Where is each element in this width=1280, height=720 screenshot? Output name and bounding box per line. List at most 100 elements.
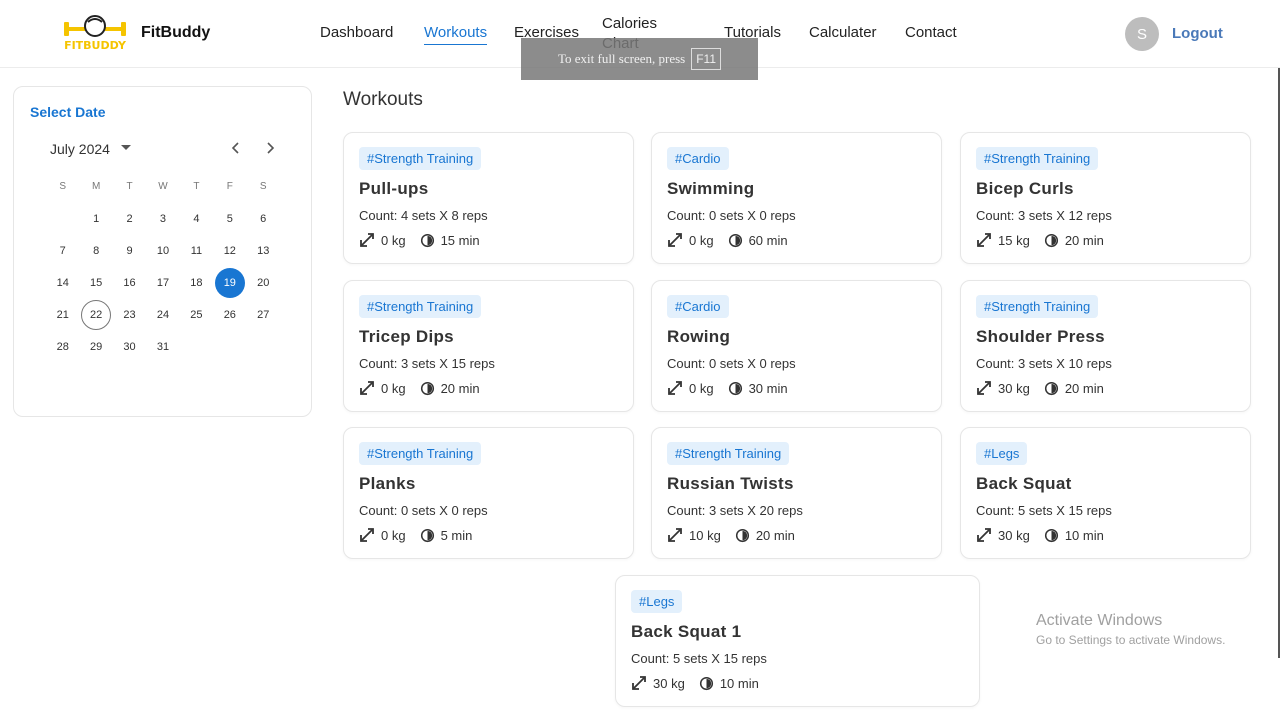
calendar-day[interactable]: 12 bbox=[213, 235, 246, 267]
duration-stat: 10 min bbox=[699, 676, 759, 691]
avatar[interactable]: S bbox=[1125, 17, 1159, 51]
workout-card[interactable]: #Strength Training Russian Twists Count: 3… bbox=[651, 427, 942, 559]
workout-category-tag[interactable]: #Cardio bbox=[667, 295, 729, 318]
previous-month-button[interactable] bbox=[226, 138, 246, 158]
calendar-day[interactable]: 9 bbox=[113, 235, 146, 267]
workout-category-tag[interactable]: #Strength Training bbox=[976, 295, 1099, 318]
calendar-day[interactable]: 23 bbox=[113, 299, 146, 331]
count-prefix: Count: bbox=[976, 356, 1015, 371]
calendar-day[interactable]: 27 bbox=[247, 299, 280, 331]
workout-card[interactable]: #Strength Training Planks Count: 0 sets X … bbox=[343, 427, 634, 559]
count-value: 3 sets X 15 reps bbox=[400, 356, 495, 371]
calendar-day-number: 6 bbox=[260, 213, 267, 225]
logout-button[interactable]: Logout bbox=[1172, 25, 1223, 42]
calendar-day[interactable]: 20 bbox=[247, 267, 280, 299]
weekday-label: W bbox=[158, 181, 168, 192]
count-value: 0 sets X 0 reps bbox=[708, 208, 796, 223]
calendar-empty-cell bbox=[46, 203, 79, 235]
workout-category-tag[interactable]: #Strength Training bbox=[359, 147, 482, 170]
calendar-day[interactable]: 6 bbox=[247, 203, 280, 235]
calendar-day[interactable]: 16 bbox=[113, 267, 146, 299]
workout-card[interactable]: #Cardio Rowing Count: 0 sets X 0 reps 0 kg 3… bbox=[651, 280, 942, 412]
count-value: 4 sets X 8 reps bbox=[400, 208, 488, 223]
duration-stat: 20 min bbox=[420, 381, 480, 396]
calendar-day[interactable]: 25 bbox=[180, 299, 213, 331]
dumbbell-diagonal-icon bbox=[360, 528, 374, 542]
next-month-button[interactable] bbox=[260, 138, 280, 158]
brand-logo[interactable]: FITBUDDY bbox=[62, 14, 128, 52]
select-date-title: Select Date bbox=[30, 104, 106, 120]
workout-category-tag[interactable]: #Strength Training bbox=[359, 442, 482, 465]
timer-icon bbox=[735, 528, 749, 542]
calendar-day-number: 1 bbox=[93, 213, 100, 225]
workout-name: Russian Twists bbox=[667, 474, 794, 493]
timer-icon bbox=[420, 233, 434, 247]
calendar-day[interactable]: 8 bbox=[79, 235, 112, 267]
count-prefix: Count: bbox=[631, 651, 670, 666]
calendar-day[interactable]: 14 bbox=[46, 267, 79, 299]
calendar-day[interactable]: 5 bbox=[213, 203, 246, 235]
calendar-day[interactable]: 10 bbox=[146, 235, 179, 267]
calendar-day[interactable]: 4 bbox=[180, 203, 213, 235]
weight-stat: 0 kg bbox=[359, 527, 406, 543]
calendar-day[interactable]: 3 bbox=[146, 203, 179, 235]
calendar-day[interactable]: 15 bbox=[79, 267, 112, 299]
workout-card[interactable]: #Legs Back Squat Count: 5 sets X 15 reps 30… bbox=[960, 427, 1251, 559]
count-prefix: Count: bbox=[359, 356, 398, 371]
workout-card[interactable]: #Strength Training Tricep Dips Count: 3 se… bbox=[343, 280, 634, 412]
workout-category-tag[interactable]: #Legs bbox=[976, 442, 1028, 465]
workouts-heading: Workouts bbox=[343, 89, 423, 110]
workout-category-tag[interactable]: #Legs bbox=[631, 590, 683, 613]
workout-name: Rowing bbox=[667, 327, 731, 346]
nav-calculater[interactable]: Calculater bbox=[809, 24, 877, 41]
weekday-label: F bbox=[226, 181, 233, 192]
duration-value: 20 min bbox=[1064, 380, 1104, 396]
calendar-day-number: 13 bbox=[257, 245, 270, 257]
nav-workouts[interactable]: Workouts bbox=[424, 24, 488, 45]
nav-dashboard[interactable]: Dashboard bbox=[320, 24, 393, 41]
calendar-day-number: 10 bbox=[156, 245, 170, 257]
calendar-day[interactable]: 18 bbox=[180, 267, 213, 299]
calendar-day[interactable]: 30 bbox=[113, 331, 146, 363]
dumbbell-diagonal-icon bbox=[632, 676, 646, 690]
workout-card[interactable]: #Strength Training Bicep Curls Count: 3 se… bbox=[960, 132, 1251, 264]
calendar-day[interactable]: 13 bbox=[247, 235, 280, 267]
weight-stat: 0 kg bbox=[667, 232, 714, 248]
duration-stat: 20 min bbox=[735, 528, 795, 543]
workout-card[interactable]: #Strength Training Pull-ups Count: 4 sets … bbox=[343, 132, 634, 264]
nav-contact[interactable]: Contact bbox=[905, 24, 957, 41]
workout-category-tag[interactable]: #Strength Training bbox=[667, 442, 790, 465]
calendar-day[interactable]: 17 bbox=[146, 267, 179, 299]
workout-category-tag[interactable]: #Strength Training bbox=[359, 295, 482, 318]
duration-stat: 60 min bbox=[728, 233, 788, 248]
calendar-day[interactable]: 2 bbox=[113, 203, 146, 235]
calendar-day[interactable]: 7 bbox=[46, 235, 79, 267]
calendar-day-number: 19 bbox=[214, 268, 245, 298]
timer-icon bbox=[420, 381, 434, 395]
workout-stats: 0 kg 20 min bbox=[359, 380, 494, 396]
brand-name[interactable]: FitBuddy bbox=[141, 24, 210, 42]
workout-count: Count: 0 sets X 0 reps bbox=[667, 356, 796, 371]
month-dropdown-caret-icon[interactable] bbox=[121, 145, 131, 150]
workout-card[interactable]: #Cardio Swimming Count: 0 sets X 0 reps 0 k… bbox=[651, 132, 942, 264]
workout-card[interactable]: #Strength Training Shoulder Press Count: 3… bbox=[960, 280, 1251, 412]
calendar-day[interactable]: 19 bbox=[213, 267, 246, 299]
calendar-day[interactable]: 11 bbox=[180, 235, 213, 267]
calendar-day[interactable]: 31 bbox=[146, 331, 179, 363]
calendar-day[interactable]: 21 bbox=[46, 299, 79, 331]
weight-value: 0 kg bbox=[689, 232, 714, 248]
calendar-day[interactable]: 22 bbox=[79, 299, 112, 331]
calendar-day[interactable]: 26 bbox=[213, 299, 246, 331]
workout-card[interactable]: #Legs Back Squat 1 Count: 5 sets X 15 reps… bbox=[615, 575, 980, 707]
calendar-month-label[interactable]: July 2024 bbox=[50, 141, 110, 157]
duration-value: 30 min bbox=[748, 380, 788, 396]
calendar-day[interactable]: 24 bbox=[146, 299, 179, 331]
calendar-day[interactable]: 1 bbox=[79, 203, 112, 235]
workout-category-tag[interactable]: #Strength Training bbox=[976, 147, 1099, 170]
workout-category-tag[interactable]: #Cardio bbox=[667, 147, 729, 170]
calendar-day[interactable]: 28 bbox=[46, 331, 79, 363]
count-prefix: Count: bbox=[359, 208, 398, 223]
count-value: 0 sets X 0 reps bbox=[400, 503, 488, 518]
calendar-day[interactable]: 29 bbox=[79, 331, 112, 363]
count-value: 3 sets X 20 reps bbox=[708, 503, 803, 518]
